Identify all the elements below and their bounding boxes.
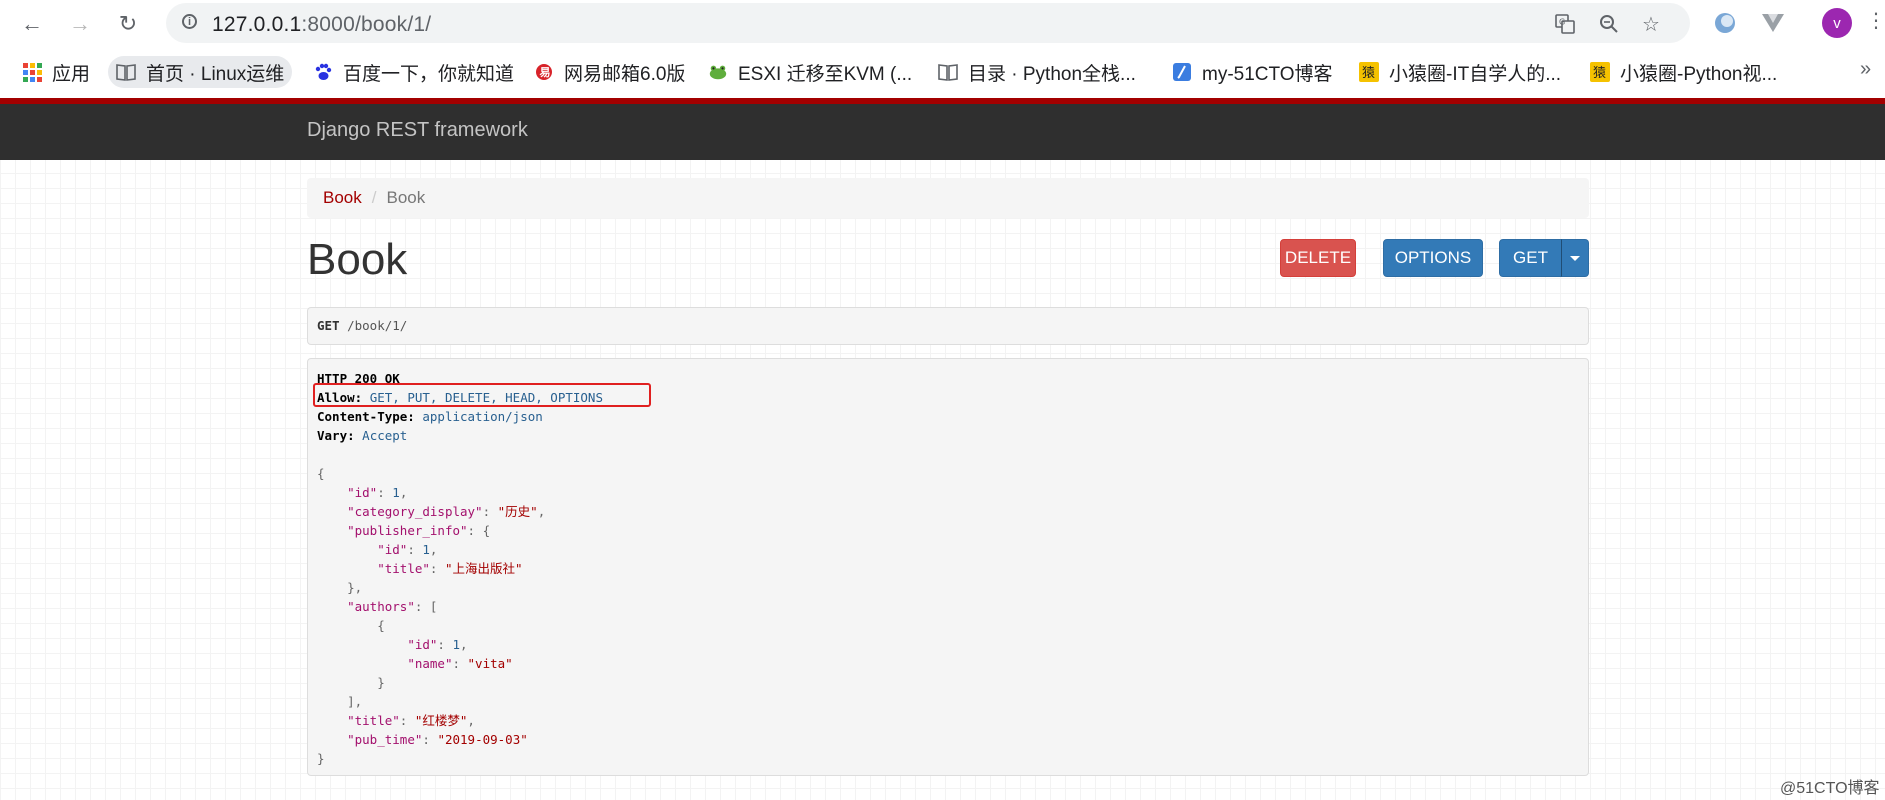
delete-button[interactable]: DELETE [1280, 239, 1356, 277]
ape-icon: 猿 [1590, 62, 1610, 82]
json-key: "authors" [347, 599, 415, 614]
json-string: "红楼梦" [414, 713, 468, 728]
svg-text:猿: 猿 [1362, 66, 1375, 81]
json-string: "vita" [467, 656, 513, 671]
profile-avatar[interactable]: v [1822, 8, 1852, 38]
netease-icon: 易 [534, 62, 554, 82]
watermark: @51CTO博客 [1780, 780, 1880, 797]
request-info: GET /book/1/ [307, 307, 1589, 345]
reload-icon[interactable]: ↻ [114, 10, 142, 38]
bookmark-51cto-blog[interactable]: my-51CTO博客 [1164, 56, 1341, 88]
allow-header-highlight [313, 383, 651, 407]
bookmark-label: 目录 · Python全栈... [968, 63, 1136, 85]
apps-grid-icon [22, 62, 42, 82]
browser-menu-icon[interactable]: ⋮ [1866, 8, 1885, 33]
pen-icon [1172, 62, 1192, 82]
bookmark-linux-ops[interactable]: 首页 · Linux运维 [108, 56, 293, 88]
json-key: "title" [377, 561, 430, 576]
extension-orb-icon[interactable] [1712, 10, 1738, 36]
json-key: "name" [407, 656, 453, 671]
header-value: application/json [422, 409, 543, 424]
svg-text:G: G [1559, 18, 1565, 27]
breadcrumb-separator: / [371, 188, 377, 207]
bookmark-apps[interactable]: 应用 [14, 56, 98, 88]
get-format-dropdown[interactable] [1561, 239, 1589, 277]
bookmark-esxi-kvm[interactable]: ESXI 迁移至KVM (... [700, 56, 920, 88]
url-path: :8000/book/1/ [301, 13, 432, 36]
json-string: "2019-09-03" [437, 732, 528, 747]
get-button[interactable]: GET [1499, 239, 1562, 277]
header-key: Vary: [317, 428, 355, 443]
caret-down-icon [1570, 255, 1580, 261]
options-button[interactable]: OPTIONS [1383, 239, 1483, 277]
back-arrow-icon[interactable]: ← [18, 10, 46, 38]
json-key: "title" [347, 713, 400, 728]
book-icon [938, 62, 958, 82]
bookmark-star-icon[interactable]: ☆ [1638, 11, 1664, 37]
frog-icon [708, 62, 728, 82]
bookmark-xiaoyuanquan-python[interactable]: 猿 小猿圈-Python视... [1582, 56, 1785, 88]
bookmark-label: 首页 · Linux运维 [146, 63, 285, 85]
response-body: HTTP 200 OK Allow: GET, PUT, DELETE, HEA… [307, 358, 1589, 776]
json-key: "id" [407, 637, 438, 652]
ape-icon: 猿 [1359, 62, 1379, 82]
bookmark-xiaoyuanquan-it[interactable]: 猿 小猿圈-IT自学人的... [1351, 56, 1569, 88]
drf-navbar: Django REST framework [0, 98, 1885, 160]
bookmark-label: ESXI 迁移至KVM (... [738, 63, 913, 85]
json-number: 1 [422, 542, 430, 557]
forward-arrow-icon[interactable]: → [66, 10, 94, 38]
vue-devtools-icon[interactable] [1760, 10, 1786, 36]
bookmark-label: 百度一下，你就知道 [343, 63, 515, 85]
json-key: "category_display" [347, 504, 483, 519]
more-bookmarks-icon[interactable]: » [1860, 58, 1871, 81]
navbar-brand[interactable]: Django REST framework [307, 119, 528, 142]
request-path: /book/1/ [347, 318, 408, 333]
svg-text:易: 易 [540, 66, 551, 79]
breadcrumb-active: Book [386, 188, 426, 207]
breadcrumb: Book / Book [307, 178, 1589, 218]
url-host: 127.0.0.1 [212, 13, 302, 36]
bookmark-netease-mail[interactable]: 易 网易邮箱6.0版 [526, 56, 693, 88]
svg-text:猿: 猿 [1593, 66, 1606, 81]
bookmarks-bar: 应用 首页 · Linux运维 百度一下，你就知道 易 网易邮箱6.0版 ESX… [0, 48, 1885, 98]
json-key: "pub_time" [347, 732, 423, 747]
bookmark-label: 网易邮箱6.0版 [564, 63, 686, 85]
json-number: 1 [452, 637, 461, 652]
zoom-icon[interactable] [1596, 11, 1622, 37]
bookmark-label: 小猿圈-IT自学人的... [1389, 63, 1562, 85]
header-value: Accept [362, 428, 408, 443]
page-title: Book [307, 235, 408, 284]
json-string: "历史" [497, 504, 538, 519]
translate-icon[interactable]: G [1552, 11, 1578, 37]
bookmark-python-fullstack[interactable]: 目录 · Python全栈... [930, 56, 1144, 88]
breadcrumb-link[interactable]: Book [323, 188, 362, 207]
baidu-paw-icon [313, 62, 333, 82]
address-bar[interactable]: i 127.0.0.1:8000/book/1/ G ☆ [166, 3, 1690, 43]
json-key: "id" [347, 485, 378, 500]
book-icon [116, 62, 136, 82]
request-method: GET [317, 318, 340, 333]
json-key: "publisher_info" [347, 523, 468, 538]
bookmark-baidu[interactable]: 百度一下，你就知道 [305, 56, 522, 88]
info-icon[interactable]: i [182, 14, 197, 29]
bookmark-label: 小猿圈-Python视... [1620, 63, 1778, 85]
json-number: 1 [392, 485, 400, 500]
json-key: "id" [377, 542, 408, 557]
header-key: Content-Type: [317, 409, 415, 424]
url-text: 127.0.0.1:8000/book/1/ [212, 13, 431, 37]
bookmark-label: 应用 [52, 63, 91, 85]
bookmark-label: my-51CTO博客 [1202, 63, 1333, 85]
browser-toolbar: ← → ↻ i 127.0.0.1:8000/book/1/ G ☆ v ⋮ [0, 0, 1885, 48]
json-string: "上海出版社" [444, 561, 523, 576]
